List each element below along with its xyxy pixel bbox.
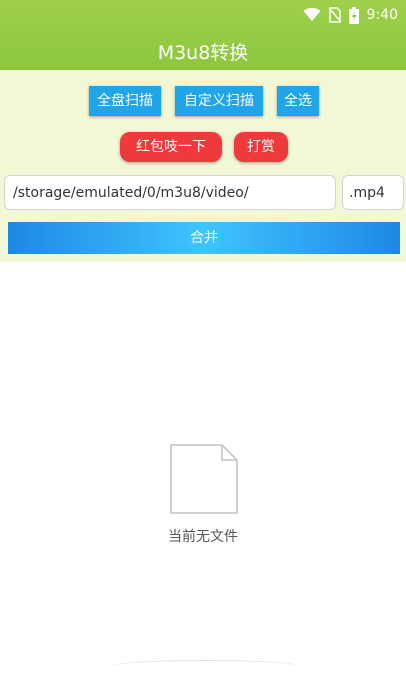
path-input[interactable]	[4, 175, 336, 210]
tip-button[interactable]: 打赏	[234, 132, 288, 162]
status-bar: 9:40	[303, 5, 398, 25]
bottom-handle	[110, 660, 300, 673]
app-bar: 9:40 M3u8转换	[0, 0, 406, 70]
wifi-icon	[303, 8, 321, 21]
no-sim-icon	[328, 7, 341, 23]
page-title: M3u8转换	[157, 42, 249, 64]
empty-state-text: 当前无文件	[168, 529, 238, 545]
status-time: 9:40	[366, 7, 398, 23]
extension-input[interactable]	[342, 175, 404, 210]
merge-button[interactable]: 合并	[8, 222, 400, 254]
select-all-button[interactable]: 全选	[277, 86, 319, 116]
scan-all-button[interactable]: 全盘扫描	[89, 86, 161, 116]
custom-scan-button[interactable]: 自定义扫描	[175, 86, 263, 116]
battery-icon	[348, 6, 359, 24]
red-packet-button[interactable]: 红包吱一下	[120, 132, 222, 162]
document-icon	[170, 444, 238, 514]
